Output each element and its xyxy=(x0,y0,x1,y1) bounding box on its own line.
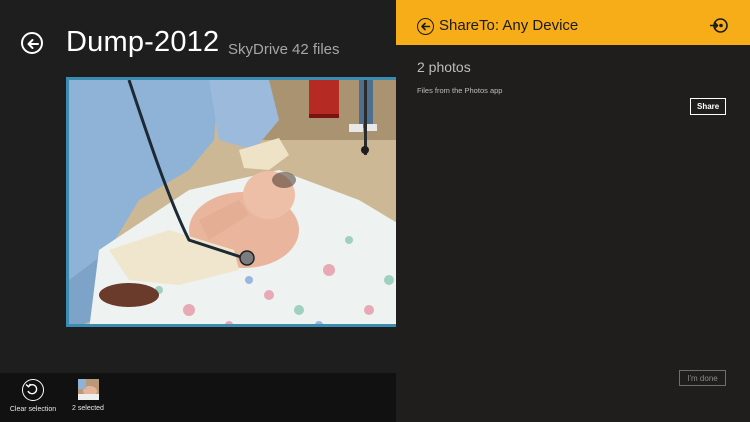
share-description: Files from the Photos app xyxy=(417,86,503,95)
back-button[interactable] xyxy=(21,32,43,54)
album-title: Dump-2012 xyxy=(66,26,220,58)
share-button[interactable]: Share xyxy=(690,98,726,115)
clear-selection-label: Clear selection xyxy=(9,406,57,413)
share-back-button[interactable] xyxy=(417,18,434,35)
photo-thumbnail xyxy=(69,80,396,324)
app-bar: Clear selection 2 selected xyxy=(0,373,396,422)
share-pane: ShareTo: Any Device 2 photos Files from … xyxy=(396,0,750,422)
connect-devices-icon xyxy=(710,18,728,33)
screen: Dump-2012 SkyDrive 42 files Clear select… xyxy=(0,0,750,422)
clear-selection-button[interactable]: Clear selection xyxy=(3,379,63,413)
selected-thumbnail xyxy=(77,379,99,400)
back-arrow-icon xyxy=(420,22,430,30)
photo-tile-selected[interactable] xyxy=(66,77,396,327)
photos-app: Dump-2012 SkyDrive 42 files Clear select… xyxy=(0,0,396,422)
share-item-count: 2 photos xyxy=(417,59,471,75)
done-button[interactable]: I'm done xyxy=(679,370,726,386)
share-header: ShareTo: Any Device xyxy=(396,0,750,45)
undo-circle-icon xyxy=(22,379,44,401)
back-arrow-icon xyxy=(27,39,39,49)
selected-count-label: 2 selected xyxy=(72,405,104,412)
share-title: ShareTo: Any Device xyxy=(439,17,579,34)
selected-items-button[interactable]: 2 selected xyxy=(58,379,118,412)
album-file-count: 42 files xyxy=(292,41,340,58)
album-source: SkyDrive xyxy=(228,41,289,58)
